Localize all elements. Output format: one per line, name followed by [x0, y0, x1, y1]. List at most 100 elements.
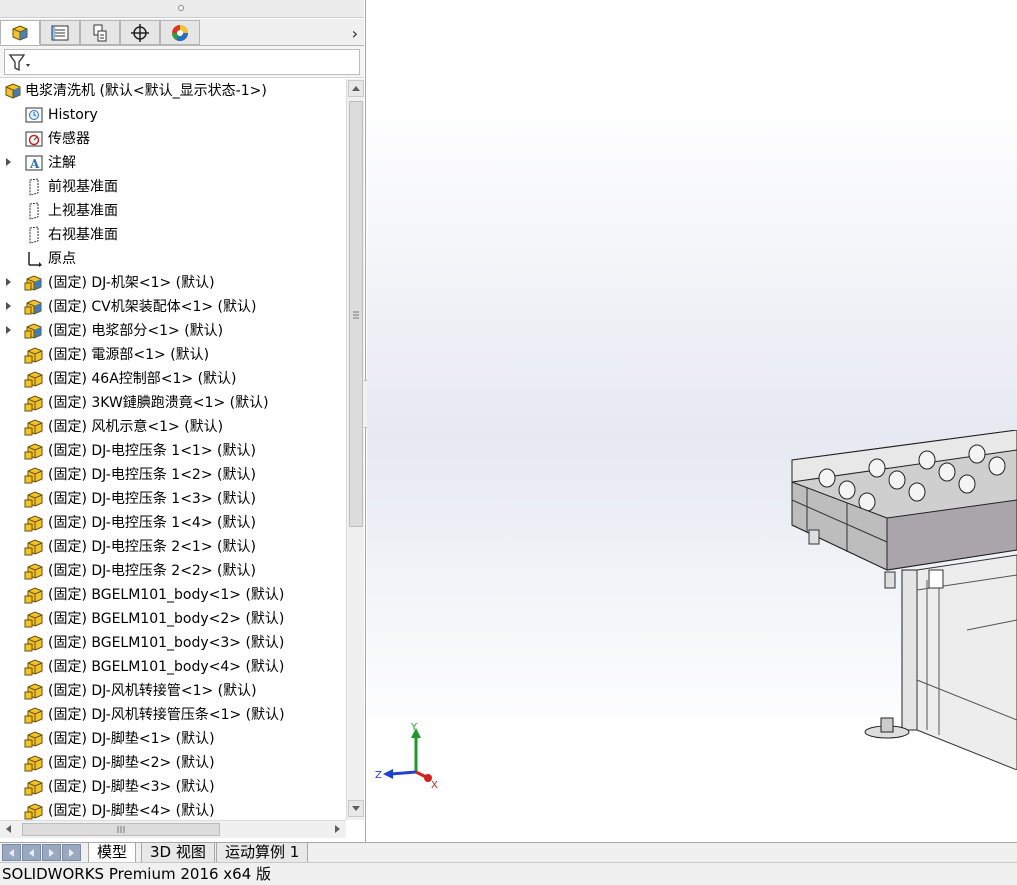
tree-item[interactable]: (固定) 电浆部分<1> (默认): [0, 319, 346, 343]
tree-item[interactable]: (固定) BGELM101_body<1> (默认): [0, 583, 346, 607]
tree-item-label: (固定) DJ-脚垫<4> (默认): [48, 803, 215, 819]
propertymanager-icon: [51, 25, 69, 40]
sensor-icon: [24, 130, 44, 148]
tab-propertymanager[interactable]: [40, 20, 80, 45]
status-bar: SOLIDWORKS Premium 2016 x64 版: [0, 862, 1017, 885]
filter-input[interactable]: [4, 49, 360, 75]
tree-root[interactable]: 电浆清洗机 (默认<默认_显示状态-1>): [0, 79, 346, 103]
assembly-model[interactable]: [767, 430, 1017, 770]
tree-item[interactable]: (固定) DJ-电控压条 1<4> (默认): [0, 511, 346, 535]
tree-item[interactable]: (固定) DJ-电控压条 2<1> (默认): [0, 535, 346, 559]
part-icon: [24, 466, 44, 484]
assembly-icon: [3, 82, 23, 100]
tree-item-label: (固定) DJ-电控压条 1<1> (默认): [48, 443, 256, 459]
tree-item-label: (固定) CV机架装配体<1> (默认): [48, 299, 257, 315]
tree-item[interactable]: (固定) BGELM101_body<3> (默认): [0, 631, 346, 655]
tree-item[interactable]: (固定) CV机架装配体<1> (默认): [0, 295, 346, 319]
tree-item[interactable]: (固定) DJ-电控压条 1<1> (默认): [0, 439, 346, 463]
scroll-thumb[interactable]: [349, 101, 363, 527]
last-tab-button[interactable]: [62, 844, 81, 861]
tree-item[interactable]: (固定) 风机示意<1> (默认): [0, 415, 346, 439]
scroll-up-button[interactable]: [348, 80, 364, 97]
tree-item[interactable]: (固定) DJ-脚垫<2> (默认): [0, 751, 346, 775]
tree-item[interactable]: (固定) 3KW鏈腆跑溃竟<1> (默认): [0, 391, 346, 415]
feature-manager-panel: › 电浆清洗机 (默认<默认_显示状态-1>) History 传感器 A 注解前视基准…: [0, 0, 366, 842]
expand-arrow-icon[interactable]: [6, 158, 11, 166]
tree-item[interactable]: 前视基准面: [0, 175, 346, 199]
subassembly-icon: [24, 274, 44, 292]
part-icon: [24, 586, 44, 604]
tree-item-label: (固定) DJ-脚垫<3> (默认): [48, 779, 215, 795]
part-icon: [24, 514, 44, 532]
tree-item[interactable]: A 注解: [0, 151, 346, 175]
view-orientation-triad[interactable]: Y Z X: [373, 720, 443, 799]
tree-item[interactable]: (固定) 電源部<1> (默认): [0, 343, 346, 367]
filter-icon: [8, 54, 30, 72]
chevron-down-icon: [352, 806, 360, 811]
tab-dimxpertmanager[interactable]: [120, 20, 160, 45]
tab-nav-buttons: [2, 844, 82, 861]
part-icon: [24, 610, 44, 628]
tree-item[interactable]: (固定) BGELM101_body<2> (默认): [0, 607, 346, 631]
tree-item[interactable]: (固定) DJ-电控压条 1<2> (默认): [0, 463, 346, 487]
tree-item-label: (固定) BGELM101_body<2> (默认): [48, 611, 285, 627]
chevron-right-icon[interactable]: ›: [352, 24, 358, 43]
tree-item[interactable]: (固定) DJ-电控压条 2<2> (默认): [0, 559, 346, 583]
tree-item-label: (固定) DJ-电控压条 2<1> (默认): [48, 539, 256, 555]
tree-item-label: 原点: [48, 251, 76, 267]
tree-item-label: (固定) DJ-电控压条 1<3> (默认): [48, 491, 256, 507]
prev-tab-button[interactable]: [22, 844, 41, 861]
tree-item[interactable]: (固定) DJ-风机转接管<1> (默认): [0, 679, 346, 703]
tree-item[interactable]: 传感器: [0, 127, 346, 151]
tree-vertical-scrollbar[interactable]: [346, 79, 364, 820]
tree-item-label: 上视基准面: [48, 203, 118, 219]
part-icon: [24, 730, 44, 748]
chevron-up-icon: [352, 86, 360, 91]
scroll-left-icon[interactable]: [6, 825, 11, 833]
grip-lines-icon: [117, 826, 125, 833]
tab-3d-view[interactable]: 3D 视图: [141, 843, 215, 863]
tab-configurationmanager[interactable]: [80, 20, 120, 45]
expand-arrow-icon[interactable]: [6, 278, 11, 286]
tree-item[interactable]: (固定) BGELM101_body<4> (默认): [0, 655, 346, 679]
tree-item[interactable]: (固定) 46A控制部<1> (默认): [0, 367, 346, 391]
tab-displaymanager[interactable]: [160, 20, 200, 45]
triad-z-label: Z: [375, 770, 382, 781]
tree-item[interactable]: (固定) DJ-脚垫<4> (默认): [0, 799, 346, 820]
filter-bar: [0, 46, 364, 78]
featuremanager-icon: [12, 24, 28, 41]
tree-item[interactable]: (固定) DJ-风机转接管压条<1> (默认): [0, 703, 346, 727]
tree-item-label: 注解: [48, 155, 76, 171]
tree-item[interactable]: (固定) DJ-电控压条 1<3> (默认): [0, 487, 346, 511]
tab-motion-study[interactable]: 运动算例 1: [216, 843, 309, 863]
tree-item[interactable]: 右视基准面: [0, 223, 346, 247]
part-icon: [24, 802, 44, 820]
tree-item-label: 右视基准面: [48, 227, 118, 243]
displaymanager-icon: [171, 24, 189, 41]
panel-grip[interactable]: [0, 0, 364, 18]
svg-text:A: A: [29, 157, 40, 171]
scroll-thumb-horizontal[interactable]: [22, 823, 220, 836]
expand-arrow-icon[interactable]: [6, 326, 11, 334]
graphics-viewport[interactable]: Y Z X: [367, 0, 1017, 842]
tree-item-label: (固定) BGELM101_body<4> (默认): [48, 659, 285, 675]
scroll-down-button[interactable]: [348, 800, 364, 817]
tab-featuremanager[interactable]: [0, 20, 40, 45]
part-icon: [24, 442, 44, 460]
tree-item-label: 前视基准面: [48, 179, 118, 195]
tree-item[interactable]: 原点: [0, 247, 346, 271]
tree-item[interactable]: (固定) DJ-脚垫<1> (默认): [0, 727, 346, 751]
tree-horizontal-scrollbar[interactable]: [0, 820, 346, 838]
first-tab-button[interactable]: [2, 844, 21, 861]
scroll-right-icon[interactable]: [335, 825, 340, 833]
tab-model[interactable]: 模型: [88, 843, 137, 863]
manager-tab-bar: ›: [0, 19, 364, 46]
tree-item-label: (固定) DJ-脚垫<1> (默认): [48, 731, 215, 747]
tree-item[interactable]: 上视基准面: [0, 199, 346, 223]
tree-item[interactable]: (固定) DJ-机架<1> (默认): [0, 271, 346, 295]
tree-item[interactable]: (固定) DJ-脚垫<3> (默认): [0, 775, 346, 799]
tree-item[interactable]: History: [0, 103, 346, 127]
part-icon: [24, 538, 44, 556]
expand-arrow-icon[interactable]: [6, 302, 11, 310]
next-tab-button[interactable]: [42, 844, 61, 861]
